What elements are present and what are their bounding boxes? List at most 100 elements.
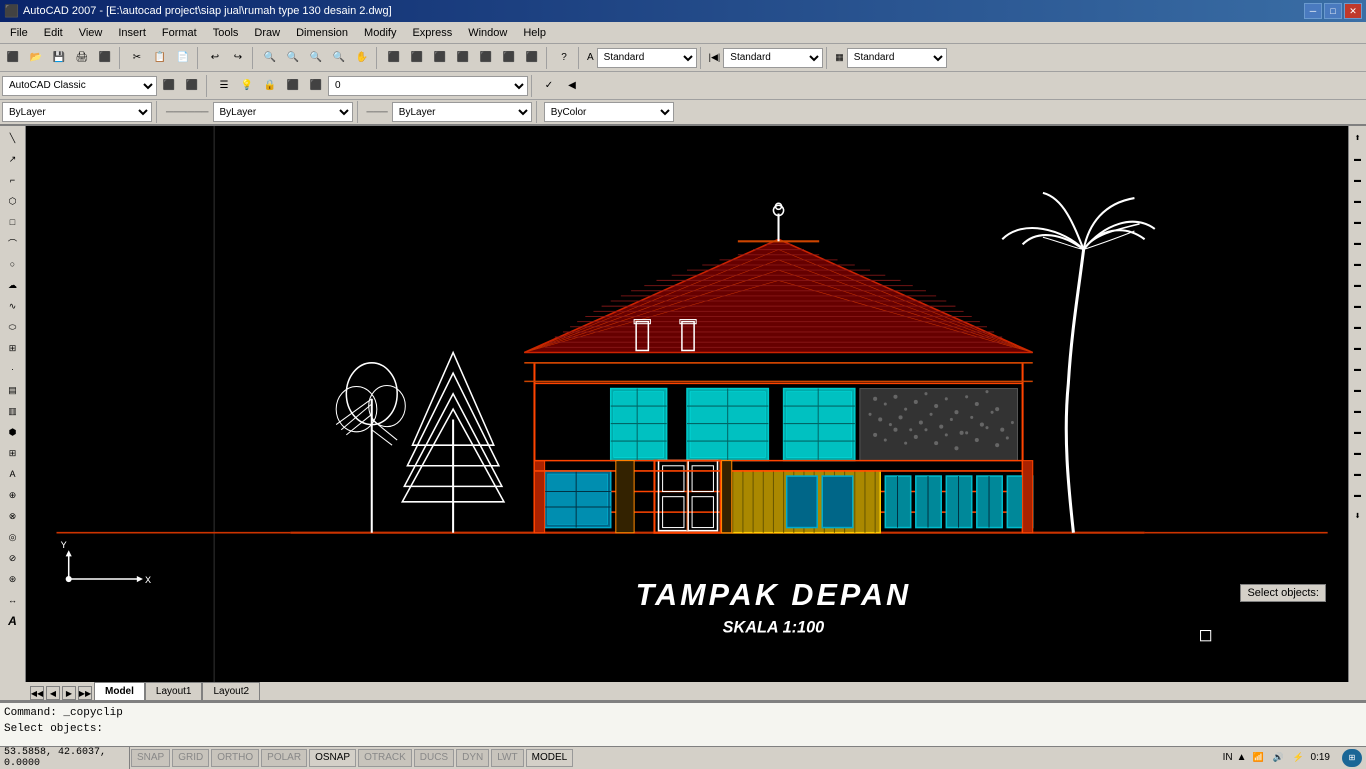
- close-button[interactable]: ✕: [1344, 3, 1362, 19]
- modify4[interactable]: ⊘: [2, 548, 24, 568]
- menu-modify[interactable]: Modify: [356, 22, 404, 43]
- rt-btn-13[interactable]: ▬: [1350, 380, 1366, 400]
- print-preview-button[interactable]: ⬛: [94, 47, 116, 69]
- revcloud-tool[interactable]: ☁: [2, 275, 24, 295]
- zoom-prev-button[interactable]: 🔍: [328, 47, 350, 69]
- menu-tools[interactable]: Tools: [205, 22, 247, 43]
- tool6[interactable]: ⬛: [498, 47, 520, 69]
- arc-tool[interactable]: ⌒: [2, 233, 24, 253]
- rt-btn-11[interactable]: ▬: [1350, 338, 1366, 358]
- tool2[interactable]: ⬛: [406, 47, 428, 69]
- modify2[interactable]: ⊗: [2, 506, 24, 526]
- tab-layout1[interactable]: Layout1: [145, 682, 203, 700]
- workspace-btn[interactable]: ⬛: [158, 75, 180, 97]
- rectangle-tool[interactable]: □: [2, 212, 24, 232]
- rt-btn-9[interactable]: ▬: [1350, 296, 1366, 316]
- modify3[interactable]: ◎: [2, 527, 24, 547]
- menu-window[interactable]: Window: [460, 22, 515, 43]
- menu-draw[interactable]: Draw: [246, 22, 288, 43]
- undo-button[interactable]: ↩: [204, 47, 226, 69]
- rt-btn-18[interactable]: ▬: [1350, 485, 1366, 505]
- tab-prev-btn[interactable]: ◀: [46, 686, 60, 700]
- tab-layout2[interactable]: Layout2: [202, 682, 260, 700]
- maximize-button[interactable]: □: [1324, 3, 1342, 19]
- new-button[interactable]: ⬛: [2, 47, 24, 69]
- rt-btn-6[interactable]: ▬: [1350, 233, 1366, 253]
- ducs-toggle[interactable]: DUCS: [414, 749, 454, 767]
- tab-model[interactable]: Model: [94, 682, 145, 700]
- dyn-toggle[interactable]: DYN: [456, 749, 489, 767]
- ray-tool[interactable]: ↗: [2, 149, 24, 169]
- lineweight-select[interactable]: ByLayer: [392, 102, 532, 122]
- modify1[interactable]: ⊕: [2, 485, 24, 505]
- rt-btn-7[interactable]: ▬: [1350, 254, 1366, 274]
- textstyle-select[interactable]: Standard: [597, 48, 697, 68]
- rt-btn-12[interactable]: ▬: [1350, 359, 1366, 379]
- rt-btn-8[interactable]: ▬: [1350, 275, 1366, 295]
- polygon-tool[interactable]: ⬡: [2, 191, 24, 211]
- model-toggle[interactable]: MODEL: [526, 749, 574, 767]
- paste-button[interactable]: 📄: [172, 47, 194, 69]
- mtext-tool[interactable]: A: [2, 464, 24, 484]
- linetype-select[interactable]: ByLayer: [213, 102, 353, 122]
- circle-tool[interactable]: ○: [2, 254, 24, 274]
- region-tool[interactable]: ⬢: [2, 422, 24, 442]
- layer-select[interactable]: 0: [328, 76, 528, 96]
- tablestyle-select[interactable]: Standard: [847, 48, 947, 68]
- ellipse-tool[interactable]: ⬭: [2, 317, 24, 337]
- polar-toggle[interactable]: POLAR: [261, 749, 307, 767]
- tool3[interactable]: ⬛: [429, 47, 451, 69]
- osnap-toggle[interactable]: OSNAP: [309, 749, 356, 767]
- start-button[interactable]: ⊞: [1342, 749, 1362, 767]
- modify5[interactable]: ⊛: [2, 569, 24, 589]
- table-tool[interactable]: ⊞: [2, 443, 24, 463]
- layer-btn4[interactable]: ⬛: [282, 75, 304, 97]
- color-select[interactable]: ByLayer: [2, 102, 152, 122]
- snap-toggle[interactable]: SNAP: [131, 749, 170, 767]
- tool1[interactable]: ⬛: [383, 47, 405, 69]
- lwt-toggle[interactable]: LWT: [491, 749, 523, 767]
- plotstyle-select[interactable]: ByColor: [544, 102, 674, 122]
- menu-express[interactable]: Express: [404, 22, 460, 43]
- layer-btn1[interactable]: ☰: [213, 75, 235, 97]
- tool5[interactable]: ⬛: [475, 47, 497, 69]
- dimstyle-select[interactable]: Standard: [723, 48, 823, 68]
- menu-file[interactable]: File: [2, 22, 36, 43]
- otrack-toggle[interactable]: OTRACK: [358, 749, 412, 767]
- point-tool[interactable]: ·: [2, 359, 24, 379]
- rt-btn-1[interactable]: ⬆: [1350, 128, 1366, 148]
- rt-btn-15[interactable]: ▬: [1350, 422, 1366, 442]
- workspace-select[interactable]: AutoCAD Classic: [2, 76, 157, 96]
- polyline-tool[interactable]: ⌐: [2, 170, 24, 190]
- zoom-out-button[interactable]: 🔍: [282, 47, 304, 69]
- workspace-btn2[interactable]: ⬛: [181, 75, 203, 97]
- open-button[interactable]: 📂: [25, 47, 47, 69]
- tab-last-btn[interactable]: ▶▶: [78, 686, 92, 700]
- layer-btn5[interactable]: ⬛: [305, 75, 327, 97]
- tool7[interactable]: ⬛: [521, 47, 543, 69]
- layer-btn2[interactable]: 💡: [236, 75, 258, 97]
- print-button[interactable]: 🖨: [71, 47, 93, 69]
- redo-button[interactable]: ↪: [227, 47, 249, 69]
- menu-help[interactable]: Help: [515, 22, 554, 43]
- menu-format[interactable]: Format: [154, 22, 205, 43]
- command-line[interactable]: Command: _copyclip Select objects:: [0, 702, 1366, 746]
- save-button[interactable]: 💾: [48, 47, 70, 69]
- menu-edit[interactable]: Edit: [36, 22, 71, 43]
- gradient-tool[interactable]: ▥: [2, 401, 24, 421]
- menu-view[interactable]: View: [71, 22, 111, 43]
- grid-toggle[interactable]: GRID: [172, 749, 209, 767]
- ortho-toggle[interactable]: ORTHO: [211, 749, 259, 767]
- text-tool[interactable]: A: [2, 611, 24, 631]
- menu-dimension[interactable]: Dimension: [288, 22, 356, 43]
- layer-btn3[interactable]: 🔒: [259, 75, 281, 97]
- minimize-button[interactable]: ─: [1304, 3, 1322, 19]
- rt-btn-16[interactable]: ▬: [1350, 443, 1366, 463]
- tab-next-btn[interactable]: ▶: [62, 686, 76, 700]
- spline-tool[interactable]: ∿: [2, 296, 24, 316]
- help-btn[interactable]: ?: [553, 47, 575, 69]
- cut-button[interactable]: ✂: [126, 47, 148, 69]
- modify6[interactable]: ↔: [2, 590, 24, 610]
- hatch-tool[interactable]: ▤: [2, 380, 24, 400]
- rt-btn-17[interactable]: ▬: [1350, 464, 1366, 484]
